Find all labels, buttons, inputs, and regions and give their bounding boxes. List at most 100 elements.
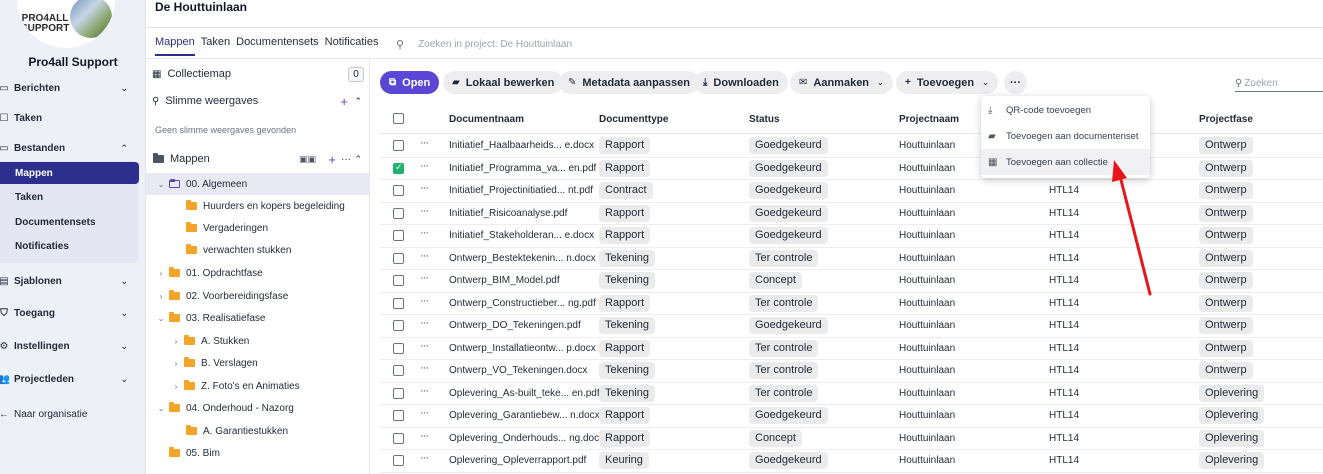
caret-icon[interactable]: ⌄ <box>156 314 166 323</box>
row-checkbox[interactable] <box>393 275 404 286</box>
tree-folder-a-stukken[interactable]: › A. Stukken <box>146 330 370 352</box>
row-checkbox-checked[interactable] <box>393 162 404 174</box>
metadata-aanpassen-button[interactable]: ✎ Metadata aanpassen <box>559 71 699 94</box>
tree-folder-01-opdrachtfase[interactable]: › 01. Opdrachtfase <box>146 262 370 284</box>
mappen-header[interactable]: Mappen ▣▣ + ··· ⌃ <box>146 148 370 170</box>
row-checkbox[interactable] <box>393 410 404 421</box>
row-checkbox[interactable] <box>393 432 404 444</box>
table-row[interactable]: ··· Initiatief_Risicoanalyse.pdf Rapport Go… <box>380 203 1323 225</box>
table-row[interactable]: ··· Oplevering_Onderhouds... ng.docx Rappo… <box>380 428 1323 450</box>
doc-name[interactable]: Initiatief_Stakeholderan... e.docx <box>449 230 594 241</box>
row-more-icon[interactable]: ··· <box>420 430 429 442</box>
row-checkbox[interactable] <box>393 365 404 376</box>
doc-name[interactable]: Initiatief_Programma_va... en.pdf <box>449 163 596 174</box>
add-icon[interactable]: + <box>340 94 348 109</box>
slimme-weergaves-row[interactable]: ⚲ Slimme weergaves + ⌃ <box>146 90 370 112</box>
doc-name[interactable]: Ontwerp_Installatieontw... p.docx <box>449 343 596 354</box>
sidebar-subitem-mappen[interactable]: Mappen <box>0 162 139 184</box>
toevoegen-button[interactable]: + Toevoegen ⌄ <box>896 71 998 94</box>
doc-name[interactable]: Ontwerp_DO_Tekeningen.pdf <box>449 320 581 331</box>
menu-item-documentenset[interactable]: ▰ Toevoegen aan documentenset <box>981 123 1150 149</box>
sidebar-item-bestanden[interactable]: ▭ Bestanden ⌃ <box>0 137 146 159</box>
row-checkbox[interactable] <box>393 185 404 196</box>
menu-item-collectie[interactable]: ▦ Toevoegen aan collectie <box>981 149 1150 175</box>
sidebar-subitem-notificaties[interactable]: Notificaties <box>0 235 139 257</box>
sidebar-item-sjablonen[interactable]: ▤ Sjablonen ⌄ <box>0 270 146 292</box>
sidebar-item-naar-organisatie[interactable]: ← Naar organisatie <box>0 403 146 425</box>
more-actions-button[interactable]: ··· <box>1004 71 1027 94</box>
sidebar-subitem-documentensets[interactable]: Documentensets <box>0 211 139 233</box>
table-row[interactable]: ··· Ontwerp_Installatieontw... p.docx Rapp… <box>380 338 1323 360</box>
table-row[interactable]: ··· Ontwerp_DO_Tekeningen.pdf Tekening Goed… <box>380 315 1323 338</box>
tree-folder-02-voorbereidingsfase[interactable]: › 02. Voorbereidingsfase <box>146 285 370 307</box>
select-all-checkbox[interactable] <box>393 113 404 124</box>
row-more-icon[interactable]: ··· <box>420 340 429 352</box>
table-row[interactable]: ··· Initiatief_Programma_va... en.pdfRapp… <box>380 158 1323 180</box>
chevron-up-icon[interactable]: ⌃ <box>354 96 362 107</box>
sidebar-item-instellingen[interactable]: ⚙ Instellingen ⌄ <box>0 335 146 357</box>
tab-notificaties[interactable]: Notificaties <box>325 36 379 56</box>
row-more-icon[interactable]: ··· <box>420 407 429 419</box>
table-row[interactable]: ··· Ontwerp_VO_Tekeningen.docx Tekening Ter… <box>380 360 1323 383</box>
doc-name[interactable]: Oplevering_As-built_teke... en.pdf <box>449 388 600 399</box>
row-more-icon[interactable]: ··· <box>420 160 429 172</box>
doc-name[interactable]: Oplevering_Onderhouds... ng.docx <box>449 433 604 444</box>
doc-name[interactable]: Ontwerp_BIM_Model.pdf <box>449 275 560 286</box>
caret-icon[interactable]: › <box>156 269 166 278</box>
aanmaken-button[interactable]: ✉ Aanmaken ⌄ <box>790 71 893 94</box>
doc-name[interactable]: Oplevering_Garantiebew... n.docx <box>449 410 600 421</box>
collectiemap-row[interactable]: ▦ Collectiemap 0 <box>146 63 370 85</box>
doc-name[interactable]: Oplevering_Opleverrapport.pdf <box>449 455 586 466</box>
row-more-icon[interactable]: ··· <box>420 227 429 239</box>
open-button[interactable]: ⧉ Open <box>380 71 440 94</box>
table-row[interactable]: ··· Ontwerp_Constructieber... ng.pdf Rappo… <box>380 293 1323 315</box>
caret-icon[interactable]: › <box>156 292 166 301</box>
tab-taken[interactable]: Taken <box>201 36 230 56</box>
table-row[interactable]: ··· Oplevering_Opleverrapport.pdf Keuring G… <box>380 450 1323 473</box>
doc-name[interactable]: Ontwerp_Bestektekenin... n.docx <box>449 253 596 264</box>
sidebar-subitem-taken[interactable]: Taken <box>0 186 139 208</box>
doc-name[interactable]: Ontwerp_VO_Tekeningen.docx <box>449 365 587 376</box>
caret-icon[interactable]: ⌄ <box>156 404 166 413</box>
col-documentnaam[interactable]: Documentnaam <box>449 114 524 125</box>
tab-documentensets[interactable]: Documentensets <box>236 36 319 56</box>
more-icon[interactable]: ··· <box>341 154 351 165</box>
row-checkbox[interactable] <box>393 252 404 264</box>
tree-folder-04-onderhoud[interactable]: ⌄ 04. Onderhoud - Nazorg <box>146 397 370 419</box>
org-logo[interactable]: PRO4ALL SUPPORT <box>17 0 115 48</box>
row-checkbox[interactable] <box>393 342 404 354</box>
doc-name[interactable]: Ontwerp_Constructieber... ng.pdf <box>449 298 596 309</box>
doc-name[interactable]: Initiatief_Risicoanalyse.pdf <box>449 208 567 219</box>
row-more-icon[interactable]: ··· <box>420 272 429 284</box>
caret-icon[interactable]: › <box>171 337 181 346</box>
row-checkbox[interactable] <box>393 140 404 151</box>
row-more-icon[interactable]: ··· <box>420 362 429 374</box>
tree-folder-b-verslagen[interactable]: › B. Verslagen <box>146 352 370 374</box>
row-more-icon[interactable]: ··· <box>420 137 429 149</box>
table-row[interactable]: ··· Oplevering_Garantiebew... n.docx Rappo… <box>380 405 1323 428</box>
doc-name[interactable]: Initiatief_Projectinitiatied... nt.pdf <box>449 185 593 196</box>
sidebar-item-toegang[interactable]: ⛉ Toegang ⌄ <box>0 302 146 324</box>
caret-icon[interactable]: › <box>171 382 181 391</box>
view-toggle-icon[interactable]: ▣▣ <box>299 154 316 165</box>
row-checkbox[interactable] <box>393 320 404 331</box>
add-folder-icon[interactable]: + <box>328 152 336 167</box>
row-more-icon[interactable]: ··· <box>420 205 429 217</box>
row-more-icon[interactable]: ··· <box>420 452 429 464</box>
table-row[interactable]: ··· Initiatief_Haalbaarheids... e.docx Rap… <box>380 135 1323 158</box>
table-row[interactable]: ··· Initiatief_Stakeholderan... e.docx Rap… <box>380 225 1323 248</box>
table-search-input[interactable]: ⚲ Zoeken <box>1235 75 1323 92</box>
tree-folder-z-fotos[interactable]: › Z. Foto's en Animaties <box>146 375 370 397</box>
doc-name[interactable]: Initiatief_Haalbaarheids... e.docx <box>449 140 594 151</box>
table-row[interactable]: ··· Oplevering_As-built_teke... en.pdf Tek… <box>380 383 1323 405</box>
col-documenttype[interactable]: Documenttype <box>599 114 668 125</box>
sidebar-item-berichten[interactable]: ▭ Berichten ⌄ <box>0 77 146 99</box>
table-row[interactable]: ··· Initiatief_Projectinitiatied... nt.pd… <box>380 180 1323 203</box>
row-more-icon[interactable]: ··· <box>420 317 429 329</box>
table-row[interactable]: ··· Ontwerp_Bestektekenin... n.docx Tekeni… <box>380 248 1323 270</box>
row-more-icon[interactable]: ··· <box>420 182 429 194</box>
tree-folder-vergaderingen[interactable]: Vergaderingen <box>146 217 370 239</box>
tree-folder-05-bim[interactable]: 05. Bim <box>146 442 370 464</box>
tree-folder-huurders[interactable]: Huurders en kopers begeleiding <box>146 195 370 217</box>
lokaal-bewerken-button[interactable]: ▰ Lokaal bewerken <box>443 71 564 94</box>
